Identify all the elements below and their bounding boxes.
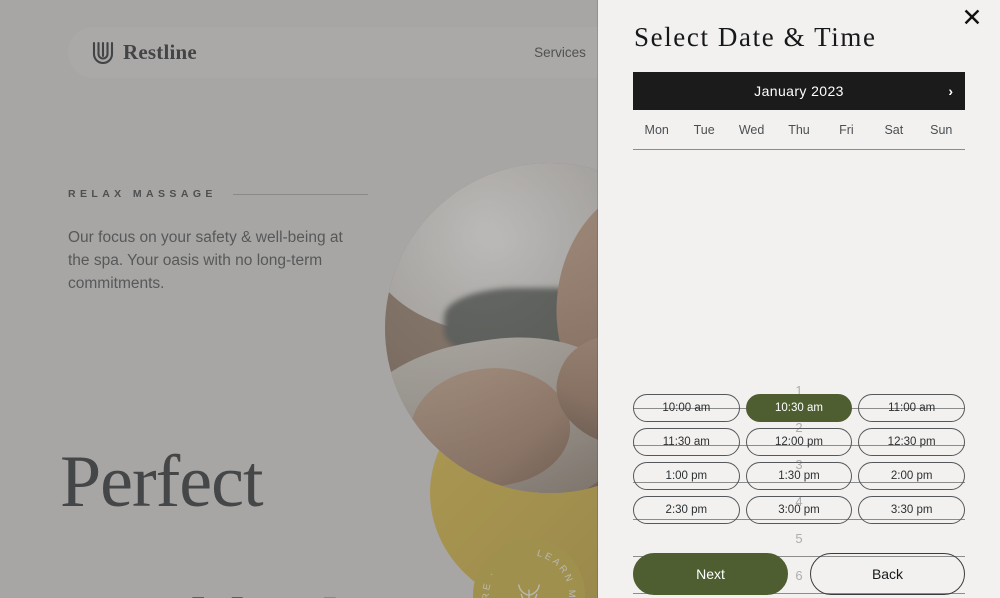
time-slot-12-30-pm[interactable]: 12:30 pm — [858, 428, 965, 456]
time-slot-1-30-pm[interactable]: 1:30 pm — [745, 462, 853, 490]
calendar-month-label: January 2023 — [754, 83, 844, 99]
time-slot-12-00-pm[interactable]: 12:00 pm — [745, 428, 853, 456]
calendar-weekday-sun: Sun — [930, 123, 953, 137]
calendar-empty-cell — [633, 224, 965, 261]
calendar-weekday-sat: Sat — [884, 123, 904, 137]
calendar-empty-cell — [633, 150, 965, 187]
calendar-empty-cell — [633, 298, 965, 335]
time-slot-11-30-am[interactable]: 11:30 am — [633, 428, 740, 456]
calendar-weekday-mon: Mon — [644, 123, 669, 137]
back-button[interactable]: Back — [810, 553, 965, 595]
calendar-weekday-tue: Tue — [693, 123, 715, 137]
close-icon[interactable]: ✕ — [957, 2, 987, 32]
time-slot-11-00-am[interactable]: 11:00 am — [858, 394, 965, 422]
time-slot-1-00-pm[interactable]: 1:00 pm — [633, 462, 740, 490]
calendar-day-5: 5 — [633, 520, 965, 557]
calendar-empty-cell — [633, 335, 965, 372]
chevron-right-icon[interactable]: › — [948, 84, 953, 98]
time-slot-3-00-pm[interactable]: 3:00 pm — [745, 496, 853, 524]
calendar-day-label: 5 — [795, 531, 803, 546]
modal-actions: Next Back — [633, 553, 965, 595]
time-slot-3-30-pm[interactable]: 3:30 pm — [858, 496, 965, 524]
calendar-month-bar: January 2023 › — [633, 72, 965, 110]
time-slot-2-00-pm[interactable]: 2:00 pm — [858, 462, 965, 490]
calendar-weekday-fri: Fri — [839, 123, 854, 137]
next-button[interactable]: Next — [633, 553, 788, 595]
time-slot-10-00-am[interactable]: 10:00 am — [633, 394, 740, 422]
calendar-empty-cell — [633, 187, 965, 224]
calendar-weekday-thu: Thu — [788, 123, 810, 137]
calendar-weekday-row: Mon Tue Wed Thu Fri Sat Sun — [633, 114, 965, 149]
time-slot-grid: 10:00 am 10:30 am 11:00 am 11:30 am 12:00 pm… — [633, 394, 965, 524]
modal-title: Select Date & Time — [634, 22, 877, 52]
calendar-empty-cell — [633, 261, 965, 298]
time-slot-10-30-am[interactable]: 10:30 am — [745, 394, 853, 422]
time-slot-2-30-pm[interactable]: 2:30 pm — [633, 496, 740, 524]
screen: LEARN MORE · LEARN MORE · — [0, 0, 1000, 598]
select-date-time-modal: ✕ Select Date & Time January 2023 › Mon T… — [598, 0, 1000, 598]
calendar-weekday-wed: Wed — [738, 123, 765, 137]
calendar-date-grid: 1234567891011121314151617181920212223242… — [633, 150, 965, 598]
